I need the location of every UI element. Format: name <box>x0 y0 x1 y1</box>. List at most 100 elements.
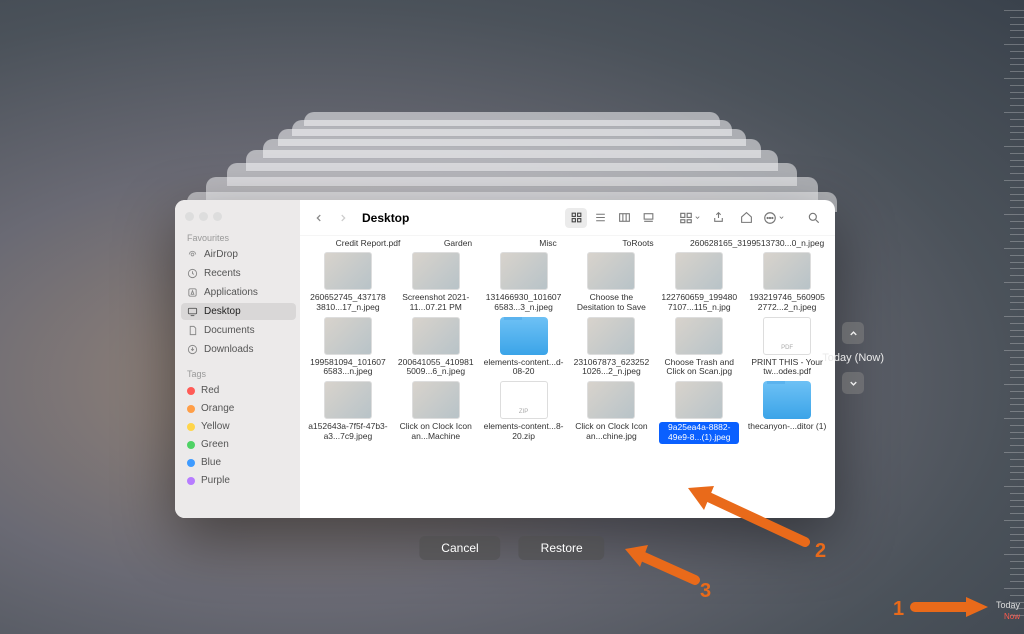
file-item[interactable]: a152643a-7f5f-47b3-a3...7c9.jpeg <box>308 381 388 444</box>
cancel-button[interactable]: Cancel <box>419 536 500 560</box>
img-icon <box>412 252 460 290</box>
file-label: 260652745_4371783810...17_n.jpeg <box>308 293 388 313</box>
file-item[interactable]: 199581094_1016076583...n.jpeg <box>308 317 388 378</box>
sidebar-tag-purple[interactable]: Purple <box>181 472 296 489</box>
file-label: Click on Clock Icon an...chine.jpg <box>572 422 652 442</box>
timeline-ruler <box>986 0 1024 634</box>
file-item[interactable]: Choose the Desitation to Save <box>572 252 652 313</box>
sidebar-item-airdrop[interactable]: AirDrop <box>181 246 296 263</box>
sidebar-item-downloads[interactable]: Downloads <box>181 341 296 358</box>
tag-color-dot <box>187 423 195 431</box>
timeline-nav: Today (Now) <box>822 322 884 394</box>
file-label: Choose the Desitation to Save <box>572 293 652 313</box>
annotation-arrow-2 <box>680 480 810 550</box>
timeline-down-button[interactable] <box>842 372 864 394</box>
file-item[interactable]: Click on Clock Icon an...Machine <box>396 381 476 444</box>
group-button[interactable] <box>679 208 701 228</box>
file-label: a152643a-7f5f-47b3-a3...7c9.jpeg <box>308 422 388 442</box>
tag-label: Green <box>201 439 229 450</box>
file-item[interactable]: elements-content...8-20.zip <box>484 381 564 444</box>
file-item[interactable]: 231067873_6232521026...2_n.jpeg <box>572 317 652 378</box>
file-label-partial[interactable]: Garden <box>420 238 496 248</box>
file-item[interactable]: PRINT THIS - Your tw...odes.pdf <box>747 317 827 378</box>
partial-top-row: Credit Report.pdf Garden Misc ToRoots 260628… <box>306 238 829 248</box>
main-pane: Desktop <box>300 200 835 518</box>
folder-icon <box>500 317 548 355</box>
sidebar-item-recents[interactable]: Recents <box>181 265 296 282</box>
sidebar-item-documents[interactable]: Documents <box>181 322 296 339</box>
list-view-button[interactable] <box>589 208 611 228</box>
tag-color-dot <box>187 387 195 395</box>
action-button[interactable] <box>763 208 785 228</box>
img-icon <box>675 317 723 355</box>
window-controls[interactable] <box>181 208 300 229</box>
img-icon <box>675 252 723 290</box>
annotation-arrow-3 <box>620 545 700 585</box>
file-item[interactable]: thecanyon-...ditor (1) <box>747 381 827 444</box>
file-label: elements-content...8-20.zip <box>484 422 564 442</box>
timeline-up-button[interactable] <box>842 322 864 344</box>
file-item[interactable]: 131466930_1016076583...3_n.jpeg <box>484 252 564 313</box>
tag-button[interactable] <box>735 208 757 228</box>
sidebar-tag-yellow[interactable]: Yellow <box>181 418 296 435</box>
today-text: Today <box>996 600 1020 610</box>
sidebar-item-desktop[interactable]: Desktop <box>181 303 296 320</box>
icon-view-button[interactable] <box>565 208 587 228</box>
documents-icon <box>187 325 198 336</box>
sidebar-item-applications[interactable]: Applications <box>181 284 296 301</box>
img-icon <box>412 317 460 355</box>
img-icon <box>500 252 548 290</box>
file-label: Choose Trash and Click on Scan.jpg <box>659 358 739 378</box>
restore-button[interactable]: Restore <box>519 536 605 560</box>
file-label-partial[interactable]: ToRoots <box>600 238 676 248</box>
minimize-dot[interactable] <box>199 212 208 221</box>
file-item[interactable]: Choose Trash and Click on Scan.jpg <box>659 317 739 378</box>
tag-label: Blue <box>201 457 221 468</box>
downloads-icon <box>187 344 198 355</box>
forward-button[interactable] <box>334 209 352 227</box>
clock-icon <box>187 268 198 279</box>
img-icon <box>324 381 372 419</box>
tag-label: Yellow <box>201 421 230 432</box>
sidebar-tag-red[interactable]: Red <box>181 382 296 399</box>
folder-icon <box>763 381 811 419</box>
timeline-current-label: Today (Now) <box>822 352 884 364</box>
search-button[interactable] <box>803 208 825 228</box>
file-item[interactable]: 193219746_5609052772...2_n.jpeg <box>747 252 827 313</box>
zoom-dot[interactable] <box>213 212 222 221</box>
pdf-icon <box>763 317 811 355</box>
gallery-view-button[interactable] <box>637 208 659 228</box>
file-item[interactable]: 200641055_4109815009...6_n.jpeg <box>396 317 476 378</box>
sidebar-tag-green[interactable]: Green <box>181 436 296 453</box>
view-switcher <box>565 208 659 228</box>
img-icon <box>763 252 811 290</box>
sidebar-tag-orange[interactable]: Orange <box>181 400 296 417</box>
file-item[interactable]: 9a25ea4a-8882-49e9-8...(1).jpeg <box>659 381 739 444</box>
file-label-partial[interactable]: 260628165_3199513730...0_n.jpeg <box>690 238 766 248</box>
now-text: Now <box>1004 612 1020 621</box>
file-label: 200641055_4109815009...6_n.jpeg <box>396 358 476 378</box>
back-button[interactable] <box>310 209 328 227</box>
tag-label: Purple <box>201 475 230 486</box>
file-label: 231067873_6232521026...2_n.jpeg <box>572 358 652 378</box>
timeline-now-label: Today Now <box>996 600 1020 622</box>
sidebar-label: Recents <box>204 268 241 279</box>
img-icon <box>412 381 460 419</box>
favourites-heading: Favourites <box>181 229 300 245</box>
file-item[interactable]: 122760659_1994807107...115_n.jpg <box>659 252 739 313</box>
annotation-number-3: 3 <box>700 580 711 603</box>
column-view-button[interactable] <box>613 208 635 228</box>
file-item[interactable]: Click on Clock Icon an...chine.jpg <box>572 381 652 444</box>
close-dot[interactable] <box>185 212 194 221</box>
tag-label: Orange <box>201 403 234 414</box>
share-button[interactable] <box>707 208 729 228</box>
sidebar-tag-blue[interactable]: Blue <box>181 454 296 471</box>
file-label-partial[interactable]: Misc <box>510 238 586 248</box>
file-label: 9a25ea4a-8882-49e9-8...(1).jpeg <box>659 422 739 444</box>
file-label: 199581094_1016076583...n.jpeg <box>308 358 388 378</box>
file-item[interactable]: Screenshot 2021-11...07.21 PM <box>396 252 476 313</box>
file-label-partial[interactable]: Credit Report.pdf <box>330 238 406 248</box>
img-icon <box>324 317 372 355</box>
file-item[interactable]: 260652745_4371783810...17_n.jpeg <box>308 252 388 313</box>
file-item[interactable]: elements-content...d-08-20 <box>484 317 564 378</box>
